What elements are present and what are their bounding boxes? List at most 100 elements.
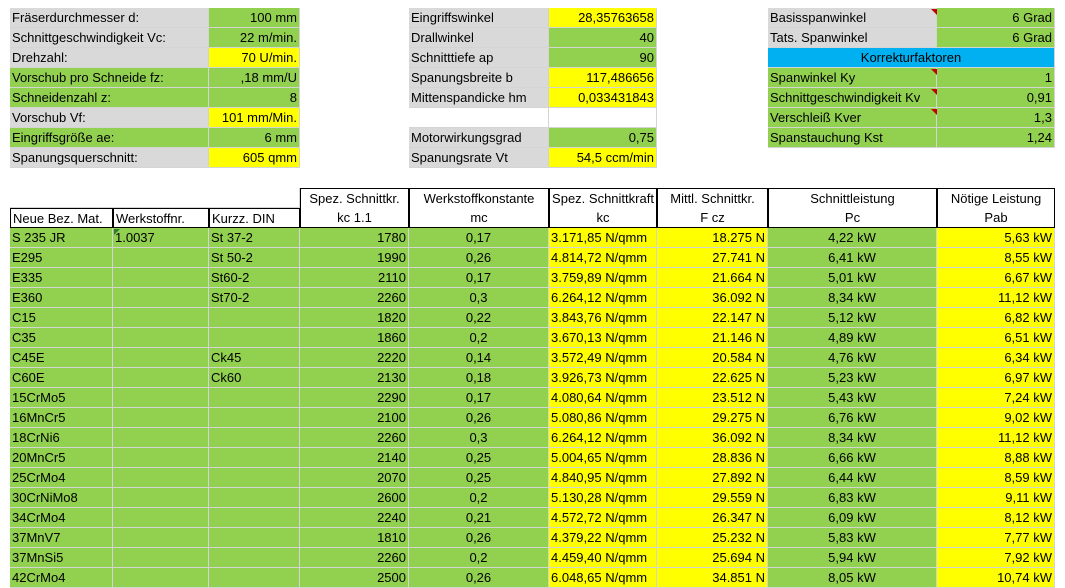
table-cell[interactable]: 6,34 kW <box>937 348 1055 368</box>
table-cell[interactable] <box>113 368 209 388</box>
table-cell[interactable] <box>209 468 300 488</box>
param-value-cell[interactable]: ,18 mm/U <box>209 68 300 88</box>
table-cell[interactable]: 3.670,13 N/qmm <box>549 328 657 348</box>
table-cell[interactable]: 7,77 kW <box>937 528 1055 548</box>
table-cell[interactable]: 6,83 kW <box>768 488 937 508</box>
table-cell[interactable]: 6,76 kW <box>768 408 937 428</box>
table-cell[interactable]: 5,83 kW <box>768 528 937 548</box>
table-cell[interactable]: 22.625 N <box>657 368 768 388</box>
table-cell[interactable]: 27.892 N <box>657 468 768 488</box>
table-cell[interactable]: Ck60 <box>209 368 300 388</box>
factor-value-cell[interactable]: 1,3 <box>937 108 1055 128</box>
table-cell[interactable]: 9,11 kW <box>937 488 1055 508</box>
table-cell[interactable]: 34.851 N <box>657 568 768 588</box>
table-cell[interactable]: 11,12 kW <box>937 428 1055 448</box>
table-cell[interactable]: 3.843,76 N/qmm <box>549 308 657 328</box>
table-cell[interactable] <box>113 488 209 508</box>
table-cell[interactable] <box>209 548 300 568</box>
table-cell[interactable]: 25CrMo4 <box>10 468 113 488</box>
table-cell[interactable]: 8,05 kW <box>768 568 937 588</box>
table-cell[interactable]: 6,41 kW <box>768 248 937 268</box>
table-cell[interactable]: C45E <box>10 348 113 368</box>
table-cell[interactable]: 2500 <box>300 568 409 588</box>
table-cell[interactable]: 1810 <box>300 528 409 548</box>
comment-indicator-icon[interactable] <box>931 69 937 75</box>
table-cell[interactable]: 28.836 N <box>657 448 768 468</box>
table-cell[interactable]: 0,17 <box>409 388 549 408</box>
table-cell[interactable] <box>113 408 209 428</box>
table-cell[interactable]: 6,51 kW <box>937 328 1055 348</box>
table-cell[interactable]: 5,23 kW <box>768 368 937 388</box>
table-cell[interactable]: 25.232 N <box>657 528 768 548</box>
table-cell[interactable]: 6.048,65 N/qmm <box>549 568 657 588</box>
table-cell[interactable]: 20MnCr5 <box>10 448 113 468</box>
table-cell[interactable] <box>113 468 209 488</box>
table-cell[interactable]: 5.130,28 N/qmm <box>549 488 657 508</box>
table-cell[interactable]: 4,76 kW <box>768 348 937 368</box>
table-cell[interactable]: 0,18 <box>409 368 549 388</box>
table-cell[interactable] <box>209 508 300 528</box>
table-cell[interactable]: 0,3 <box>409 288 549 308</box>
table-cell[interactable]: 5,12 kW <box>768 308 937 328</box>
table-cell[interactable]: 2260 <box>300 548 409 568</box>
table-cell[interactable]: 22.147 N <box>657 308 768 328</box>
table-cell[interactable] <box>209 408 300 428</box>
comment-indicator-icon[interactable] <box>931 109 937 115</box>
table-cell[interactable]: 1780 <box>300 228 409 248</box>
param-value-cell[interactable]: 6 mm <box>209 128 300 148</box>
table-cell[interactable]: 4.379,22 N/qmm <box>549 528 657 548</box>
table-cell[interactable] <box>113 548 209 568</box>
table-cell[interactable]: 4.080,64 N/qmm <box>549 388 657 408</box>
table-cell[interactable]: 6,09 kW <box>768 508 937 528</box>
param-value-cell[interactable]: 101 mm/Min. <box>209 108 300 128</box>
table-cell[interactable]: 1860 <box>300 328 409 348</box>
table-cell[interactable]: 0,14 <box>409 348 549 368</box>
table-cell[interactable]: 8,12 kW <box>937 508 1055 528</box>
table-cell[interactable]: 2070 <box>300 468 409 488</box>
table-cell[interactable] <box>209 488 300 508</box>
table-cell[interactable]: 1.0037 <box>113 228 209 248</box>
table-cell[interactable]: 6,97 kW <box>937 368 1055 388</box>
table-cell[interactable]: St 37-2 <box>209 228 300 248</box>
table-cell[interactable]: 5.004,65 N/qmm <box>549 448 657 468</box>
param-value-cell[interactable]: 100 mm <box>209 8 300 28</box>
table-cell[interactable]: 2130 <box>300 368 409 388</box>
table-cell[interactable]: 16MnCr5 <box>10 408 113 428</box>
table-cell[interactable]: 3.572,49 N/qmm <box>549 348 657 368</box>
table-cell[interactable]: 2110 <box>300 268 409 288</box>
factor-value-cell[interactable]: 1 <box>937 68 1055 88</box>
table-cell[interactable] <box>113 428 209 448</box>
table-cell[interactable] <box>113 568 209 588</box>
table-cell[interactable]: 2140 <box>300 448 409 468</box>
factor-value-cell[interactable]: 6 Grad <box>937 8 1055 28</box>
comment-indicator-icon[interactable] <box>114 229 120 235</box>
table-cell[interactable]: 8,55 kW <box>937 248 1055 268</box>
table-cell[interactable] <box>113 528 209 548</box>
table-cell[interactable]: 3.926,73 N/qmm <box>549 368 657 388</box>
param-value-cell[interactable]: 117,486656 <box>549 68 657 88</box>
table-cell[interactable]: 6,82 kW <box>937 308 1055 328</box>
table-cell[interactable]: 26.347 N <box>657 508 768 528</box>
table-cell[interactable]: Ck45 <box>209 348 300 368</box>
table-cell[interactable]: 2240 <box>300 508 409 528</box>
table-cell[interactable]: C15 <box>10 308 113 328</box>
table-cell[interactable]: 3.171,85 N/qmm <box>549 228 657 248</box>
table-cell[interactable]: 6,67 kW <box>937 268 1055 288</box>
table-cell[interactable] <box>113 308 209 328</box>
table-cell[interactable]: 5,43 kW <box>768 388 937 408</box>
table-cell[interactable]: 4,89 kW <box>768 328 937 348</box>
table-cell[interactable]: C35 <box>10 328 113 348</box>
table-cell[interactable]: 0,26 <box>409 248 549 268</box>
table-cell[interactable]: 3.759,89 N/qmm <box>549 268 657 288</box>
table-cell[interactable]: 5,01 kW <box>768 268 937 288</box>
param-value-cell[interactable]: 40 <box>549 28 657 48</box>
table-cell[interactable]: 2260 <box>300 288 409 308</box>
table-cell[interactable]: 29.559 N <box>657 488 768 508</box>
table-cell[interactable]: 0,17 <box>409 228 549 248</box>
param-value-cell[interactable] <box>549 108 657 128</box>
param-value-cell[interactable]: 70 U/min. <box>209 48 300 68</box>
param-value-cell[interactable]: 22 m/min. <box>209 28 300 48</box>
table-cell[interactable]: 8,59 kW <box>937 468 1055 488</box>
table-cell[interactable] <box>113 508 209 528</box>
table-cell[interactable]: 5,63 kW <box>937 228 1055 248</box>
